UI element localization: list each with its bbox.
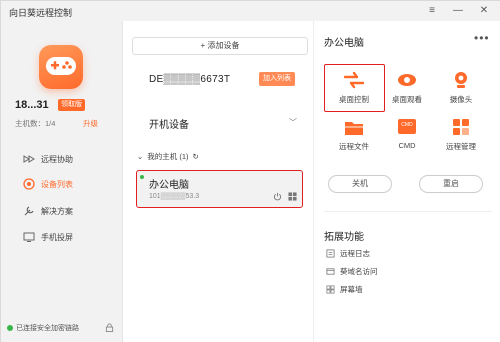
device-name: 办公电脑 <box>149 180 189 191</box>
app-title: 向日葵远程控制 <box>9 8 73 18</box>
tool-label: 桌面控制 <box>339 95 369 104</box>
device-ip: 101▒▒▒▒▒53.3 <box>149 193 200 200</box>
detail-title: 办公电脑 <box>324 38 364 49</box>
plan-badge[interactable]: 领取版 <box>58 99 85 111</box>
sidebar: 18...31 领取版 主机数：1/4 升级 远程协助 设备列表 解决方案 手机… <box>1 21 123 342</box>
tool-remote-manage[interactable]: 远程管理 <box>436 118 486 152</box>
refresh-icon[interactable]: ↻ <box>193 152 199 161</box>
tool-label: 桌面观看 <box>392 95 422 104</box>
restart-button[interactable]: 重启 <box>419 175 483 193</box>
cmd-icon: CMD <box>398 119 416 134</box>
windows-icon <box>288 192 297 201</box>
gamepad-icon <box>46 57 76 75</box>
group-label: 我的主机 (1) <box>147 152 189 161</box>
device-list-icon <box>23 178 35 190</box>
title-bar: 向日葵远程控制 ≡ — ✕ <box>1 1 500 21</box>
desktop-view-icon <box>398 74 416 86</box>
device-panel: + 添加设备 DE▒▒▒▒▒6673T 加入列表 开机设备 ﹀ ⌄ 我的主机 (… <box>123 21 313 342</box>
tool-label: 远程文件 <box>339 142 369 151</box>
lock-icon[interactable] <box>105 323 114 332</box>
remote-assist-icon <box>23 155 35 163</box>
tool-camera[interactable]: 摄像头 <box>436 71 486 105</box>
chevron-down-icon[interactable]: ﹀ <box>289 117 297 128</box>
camera-icon <box>455 72 467 88</box>
power-icon[interactable] <box>273 192 282 201</box>
chevron-down-icon: ⌄ <box>137 152 144 161</box>
remote-manage-icon <box>453 119 469 135</box>
nav-label: 解决方案 <box>41 206 73 216</box>
host-count: 主机数：1/4 <box>15 119 56 128</box>
desktop-control-icon <box>343 71 365 89</box>
more-icon[interactable]: ••• <box>474 31 490 45</box>
ext-domain-access[interactable]: 葵域名访问 <box>326 266 378 277</box>
shutdown-button[interactable]: 关机 <box>328 175 392 193</box>
group-header[interactable]: ⌄ 我的主机 (1) ↻ <box>137 151 203 162</box>
nav-screen-cast[interactable]: 手机投屏 <box>23 229 73 245</box>
section-title: 开机设备 <box>149 120 189 131</box>
join-list-button[interactable]: 加入列表 <box>259 72 295 86</box>
upgrade-link[interactable]: 升级 <box>83 118 98 129</box>
extension-title: 拓展功能 <box>324 232 364 243</box>
nav-device-list[interactable]: 设备列表 <box>23 176 73 192</box>
nav-label: 手机投屏 <box>41 232 73 242</box>
ext-label: 葵域名访问 <box>340 267 378 276</box>
tool-cmd[interactable]: CMD CMD <box>382 118 432 150</box>
online-indicator <box>140 175 144 179</box>
tool-desktop-view[interactable]: 桌面观看 <box>382 71 432 105</box>
tool-label: 远程管理 <box>446 142 476 151</box>
device-card[interactable]: 办公电脑 101▒▒▒▒▒53.3 <box>136 170 303 208</box>
solution-icon <box>24 206 34 216</box>
ext-remote-log[interactable]: 远程日志 <box>326 248 370 259</box>
nav-remote-assist[interactable]: 远程协助 <box>23 151 73 167</box>
tool-label: CMD <box>398 141 416 150</box>
device-id: DE▒▒▒▒▒6673T <box>149 74 231 85</box>
remote-file-icon <box>345 122 363 135</box>
screen-cast-icon <box>23 232 35 242</box>
domain-icon <box>326 268 335 275</box>
divider <box>324 211 492 212</box>
minimize-icon[interactable]: — <box>451 4 465 18</box>
log-icon <box>326 249 335 258</box>
detail-panel: 办公电脑 ••• 桌面控制 桌面观看 摄像头 远程文件 CMD CMD 远程管理… <box>313 21 500 342</box>
ext-label: 远程日志 <box>340 249 370 258</box>
menu-icon[interactable]: ≡ <box>425 4 439 18</box>
ext-screen-wall[interactable]: 屏幕墙 <box>326 284 363 295</box>
app-logo <box>39 45 83 89</box>
user-name: 18...31 <box>15 99 49 111</box>
add-device-button[interactable]: + 添加设备 <box>132 37 308 55</box>
tool-desktop-control[interactable]: 桌面控制 <box>329 71 379 105</box>
nav-label: 设备列表 <box>41 179 73 189</box>
connection-status: 已连接安全加密链路 <box>7 323 79 333</box>
nav-label: 远程协助 <box>41 154 73 164</box>
tool-label: 摄像头 <box>449 95 473 104</box>
status-dot <box>7 325 13 331</box>
screen-wall-icon <box>326 285 335 294</box>
tool-remote-file[interactable]: 远程文件 <box>329 118 379 152</box>
svg-text:CMD: CMD <box>401 122 413 128</box>
status-text: 已连接安全加密链路 <box>16 325 79 332</box>
ext-label: 屏幕墙 <box>340 285 363 294</box>
close-icon[interactable]: ✕ <box>477 4 491 18</box>
app-window: 向日葵远程控制 ≡ — ✕ 18...31 领取版 主机数：1/4 升级 远程协… <box>0 0 500 342</box>
nav-solution[interactable]: 解决方案 <box>23 203 73 219</box>
